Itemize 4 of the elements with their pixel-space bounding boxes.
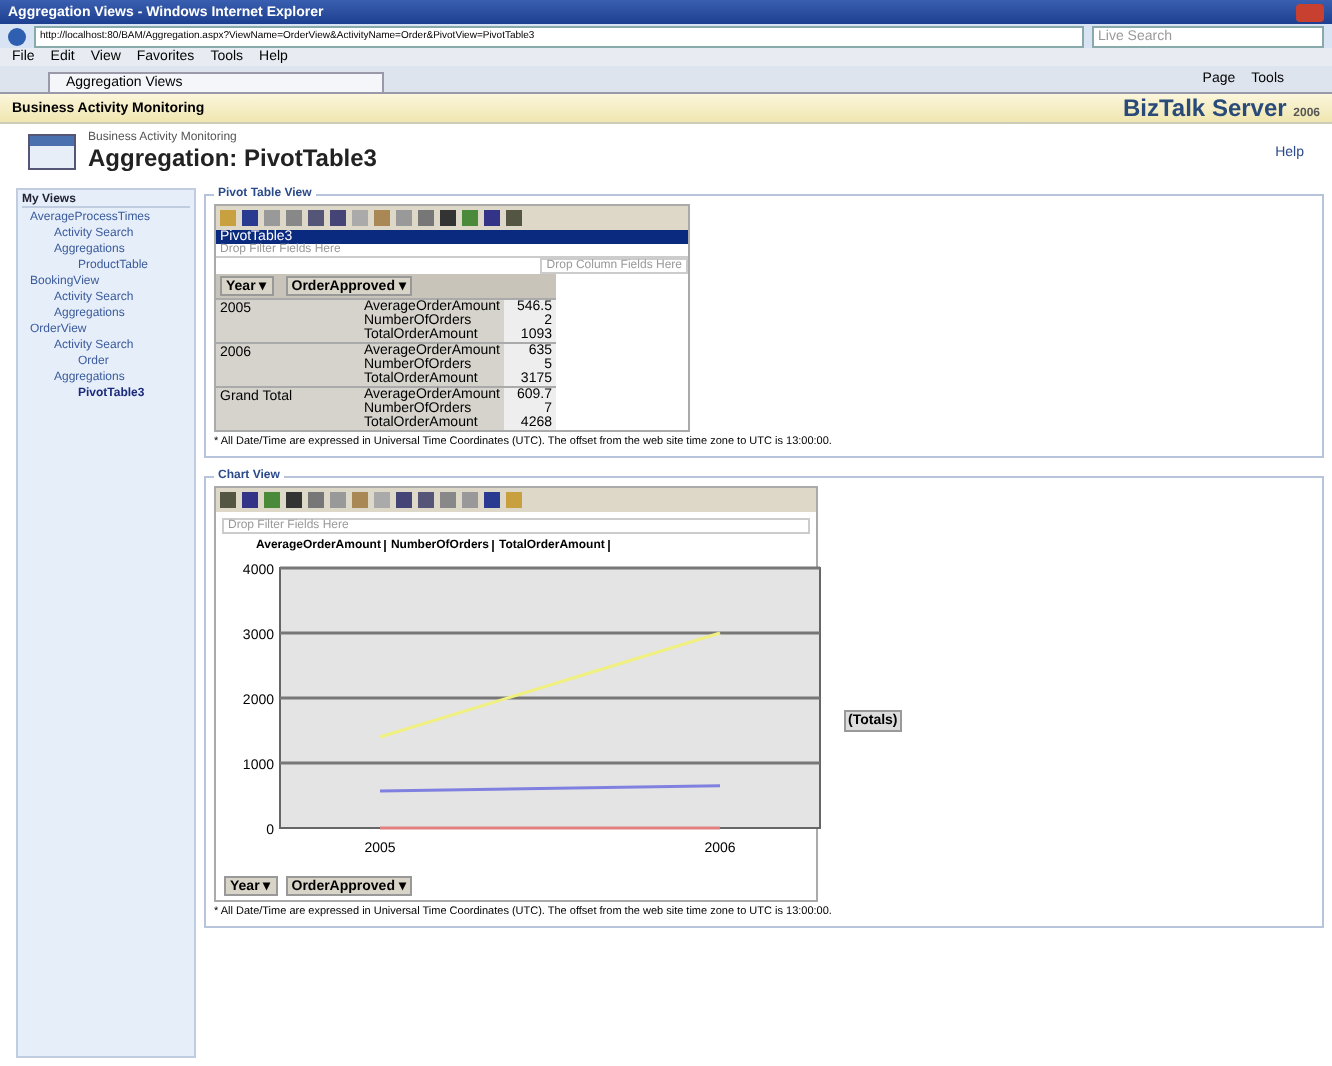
page-title: Aggregation: PivotTable3 xyxy=(88,144,379,172)
table-icon xyxy=(28,134,76,170)
back-icon[interactable] xyxy=(8,27,26,45)
close-icon[interactable] xyxy=(1296,3,1324,21)
